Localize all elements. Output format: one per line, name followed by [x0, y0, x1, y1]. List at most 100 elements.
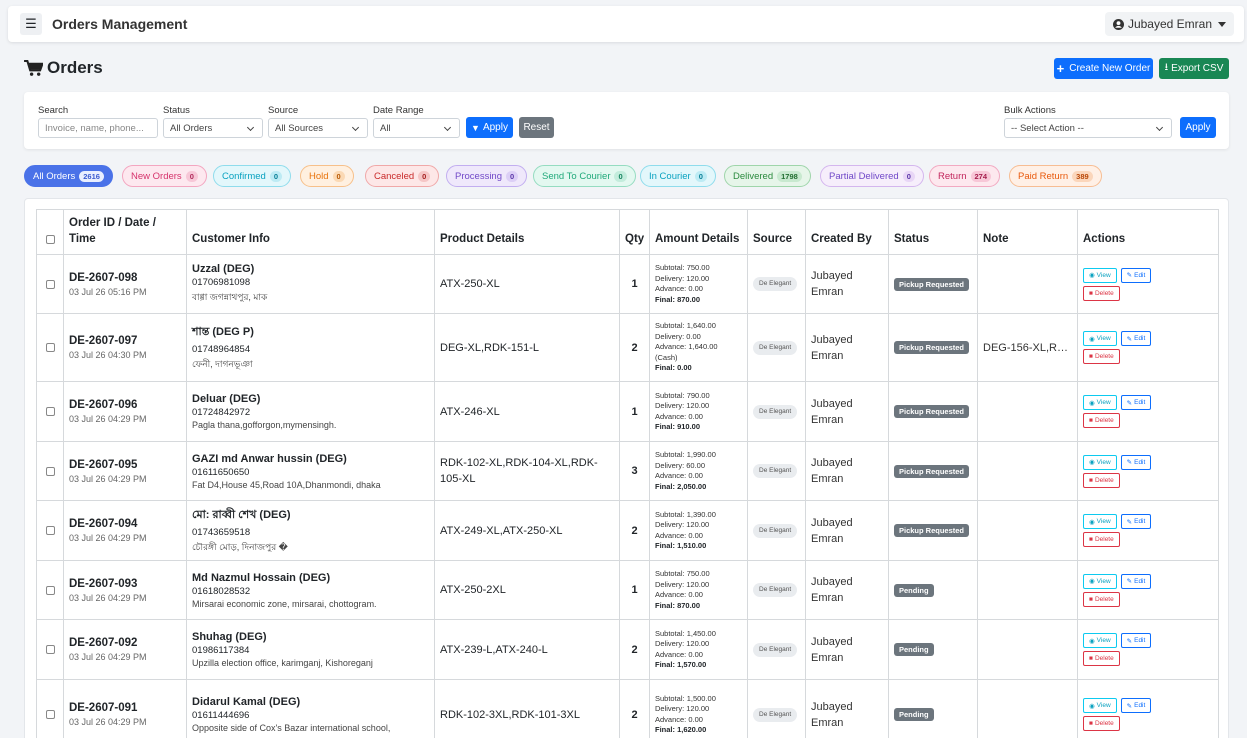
- header-customer-info[interactable]: Customer Info: [186, 209, 435, 255]
- header-order-id[interactable]: Order ID / Date / Time: [63, 209, 187, 255]
- tab-return[interactable]: Return 274: [929, 165, 1001, 187]
- view-button[interactable]: ◉ View: [1083, 395, 1117, 410]
- tab-hold[interactable]: Hold 0: [300, 165, 354, 187]
- status-label: Status: [163, 105, 190, 116]
- tab-delivered[interactable]: Delivered 1798: [724, 165, 811, 187]
- apply-filter-button[interactable]: ▼ Apply: [466, 117, 513, 138]
- source-select[interactable]: All Sources: [268, 118, 368, 138]
- order-id[interactable]: DE-2607-095: [69, 459, 181, 471]
- apply-filter-label: Apply: [482, 122, 508, 133]
- delivery-charge: Delivery: 0.00: [655, 331, 701, 341]
- order-id[interactable]: DE-2607-098: [69, 272, 181, 284]
- final-amount: Final: 1,620.00: [655, 725, 707, 734]
- header-note[interactable]: Note: [977, 209, 1078, 255]
- edit-button[interactable]: ✎ Edit: [1120, 698, 1152, 713]
- header-amount-details[interactable]: Amount Details: [649, 209, 748, 255]
- date-range-select[interactable]: All: [373, 118, 460, 138]
- bulk-apply-button[interactable]: Apply: [1180, 117, 1216, 138]
- edit-button[interactable]: ✎ Edit: [1120, 454, 1152, 470]
- row-checkbox[interactable]: [45, 585, 55, 595]
- tab-processing[interactable]: Processing 0: [446, 165, 528, 187]
- edit-button[interactable]: ✎ Edit: [1120, 514, 1152, 529]
- view-button[interactable]: ◉ View: [1083, 454, 1117, 470]
- header-created-by[interactable]: Created By: [805, 209, 889, 255]
- header-qty[interactable]: Qty: [619, 209, 650, 255]
- delivery-charge: Delivery: 120.00: [655, 520, 710, 529]
- menu-toggle-icon[interactable]: ☰: [20, 13, 42, 35]
- tab-all-orders[interactable]: All Orders 2616: [24, 165, 113, 187]
- final-amount: Final: 870.00: [655, 294, 701, 304]
- view-label: View: [1096, 518, 1111, 525]
- table-row: DE-2607-091 03 Jul 26 04:29 PM Didarul Kam…: [36, 679, 1219, 738]
- edit-button[interactable]: ✎ Edit: [1120, 633, 1152, 648]
- order-id[interactable]: DE-2607-092: [69, 637, 181, 649]
- view-button[interactable]: ◉ View: [1083, 573, 1117, 589]
- row-checkbox[interactable]: [45, 343, 55, 352]
- tab-confirmed[interactable]: Confirmed 0: [213, 165, 291, 187]
- source-select-value: All Sources: [275, 122, 324, 134]
- tab-partial-delivered[interactable]: Partial Delivered 0: [820, 165, 924, 187]
- final-amount: Final: 2,050.00: [655, 481, 707, 491]
- tab-send-to-courier[interactable]: Send To Courier 0: [533, 165, 636, 187]
- delete-button[interactable]: ■ Delete: [1083, 285, 1120, 301]
- view-button[interactable]: ◉ View: [1083, 331, 1117, 346]
- order-id[interactable]: DE-2607-093: [69, 578, 181, 590]
- edit-label: Edit: [1134, 577, 1146, 585]
- search-input[interactable]: Invoice, name, phone...: [38, 118, 158, 138]
- row-checkbox[interactable]: [45, 710, 55, 719]
- subtotal: Subtotal: 1,390.00: [655, 509, 716, 519]
- view-button[interactable]: ◉ View: [1083, 698, 1117, 713]
- tab-canceled[interactable]: Canceled 0: [365, 165, 440, 187]
- customer-name: মো: রাব্বী শেখ (DEG): [192, 509, 291, 521]
- status-select-value: All Orders: [170, 122, 213, 134]
- trash-icon: ■: [1089, 289, 1093, 297]
- view-button[interactable]: ◉ View: [1083, 267, 1117, 283]
- delete-button[interactable]: ■ Delete: [1083, 472, 1120, 488]
- delete-button[interactable]: ■ Delete: [1083, 716, 1120, 731]
- delete-button[interactable]: ■ Delete: [1083, 651, 1120, 666]
- product-details: ATX-246-XL: [434, 381, 620, 442]
- delete-button[interactable]: ■ Delete: [1083, 591, 1120, 607]
- view-button[interactable]: ◉ View: [1083, 514, 1117, 529]
- reset-filter-button[interactable]: Reset: [519, 117, 554, 138]
- row-checkbox[interactable]: [45, 279, 55, 289]
- date-range-value: All: [380, 122, 391, 134]
- header-product-details[interactable]: Product Details: [434, 209, 620, 255]
- create-order-button[interactable]: + Create New Order: [1054, 58, 1153, 79]
- export-csv-button[interactable]: ⭳ Export CSV: [1159, 58, 1229, 79]
- order-id[interactable]: DE-2607-094: [69, 518, 181, 530]
- status-select[interactable]: All Orders: [163, 118, 263, 138]
- cart-icon: [24, 59, 43, 76]
- tab-count-badge: 274: [970, 170, 992, 182]
- row-checkbox[interactable]: [45, 526, 55, 535]
- delete-button[interactable]: ■ Delete: [1083, 413, 1120, 428]
- customer-address: Mirsarai economic zone, mirsarai, chotto…: [192, 598, 377, 609]
- delete-button[interactable]: ■ Delete: [1083, 532, 1120, 547]
- delivery-charge: Delivery: 120.00: [655, 579, 710, 589]
- view-button[interactable]: ◉ View: [1083, 633, 1117, 648]
- tab-new-orders[interactable]: New Orders 0: [122, 165, 207, 187]
- pencil-icon: ✎: [1126, 702, 1133, 710]
- header-actions: Actions: [1077, 209, 1219, 255]
- delete-button[interactable]: ■ Delete: [1083, 349, 1120, 364]
- row-checkbox[interactable]: [45, 466, 55, 476]
- order-id[interactable]: DE-2607-097: [69, 335, 181, 347]
- header-status[interactable]: Status: [888, 209, 978, 255]
- row-checkbox[interactable]: [45, 645, 55, 654]
- tab-in-courier[interactable]: In Courier 0: [640, 165, 716, 187]
- header-source[interactable]: Source: [747, 209, 806, 255]
- user-menu-button[interactable]: Jubayed Emran: [1104, 12, 1234, 36]
- edit-button[interactable]: ✎ Edit: [1120, 267, 1152, 283]
- order-id[interactable]: DE-2607-091: [69, 702, 181, 714]
- tab-paid-return[interactable]: Paid Return 389: [1009, 165, 1102, 187]
- edit-button[interactable]: ✎ Edit: [1120, 395, 1152, 410]
- row-checkbox[interactable]: [45, 407, 55, 416]
- select-all-checkbox[interactable]: [45, 235, 55, 244]
- bulk-action-select[interactable]: -- Select Action --: [1004, 118, 1172, 138]
- edit-button[interactable]: ✎ Edit: [1120, 331, 1152, 346]
- page-title: Orders: [47, 58, 103, 77]
- source-badge: De Elegant: [753, 464, 798, 478]
- edit-button[interactable]: ✎ Edit: [1120, 573, 1152, 589]
- pencil-icon: ✎: [1126, 272, 1133, 279]
- order-id[interactable]: DE-2607-096: [69, 399, 181, 411]
